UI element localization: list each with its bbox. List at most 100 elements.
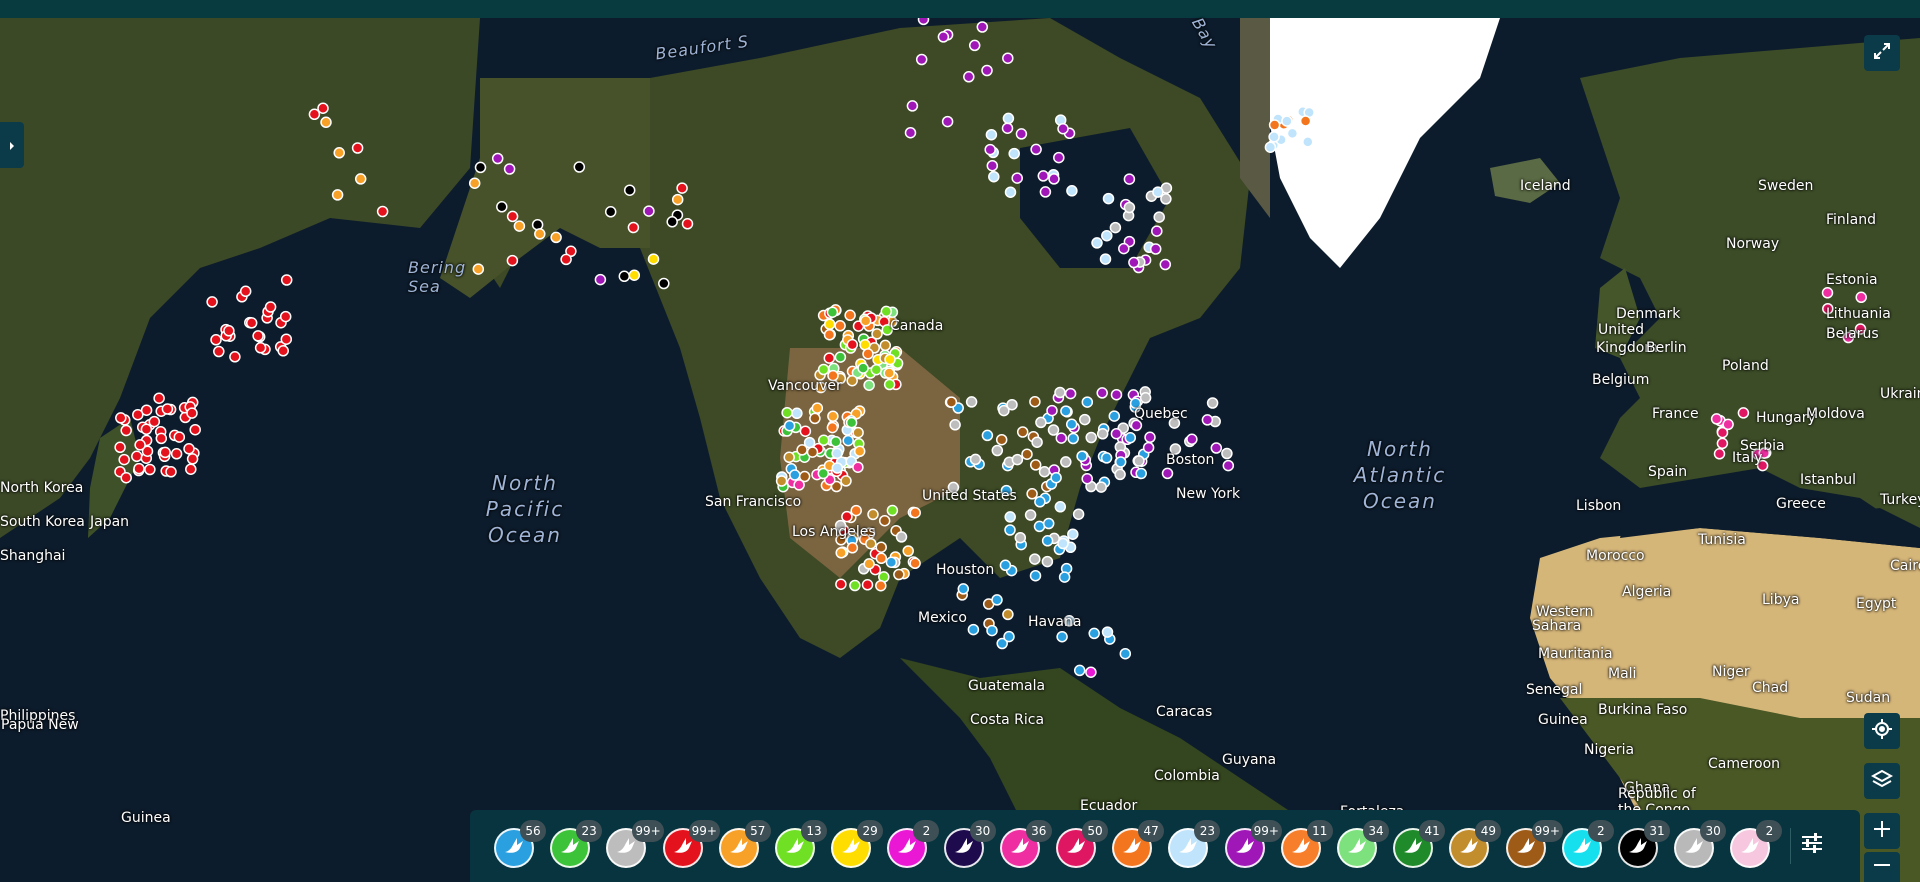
map-marker[interactable] xyxy=(1144,431,1156,444)
map-marker[interactable] xyxy=(513,220,526,232)
map-marker[interactable] xyxy=(1118,242,1130,255)
map-marker[interactable] xyxy=(791,407,803,420)
map-marker[interactable] xyxy=(1100,452,1113,464)
map-marker[interactable] xyxy=(280,274,293,286)
map-marker[interactable] xyxy=(1029,569,1042,582)
map-marker[interactable] xyxy=(144,463,156,476)
side-panel-toggle[interactable] xyxy=(0,122,24,168)
map-marker[interactable] xyxy=(1101,229,1113,242)
map-marker[interactable] xyxy=(1221,447,1233,460)
map-marker[interactable] xyxy=(835,578,847,590)
map-marker[interactable] xyxy=(831,462,844,474)
map-marker[interactable] xyxy=(963,71,975,83)
map-marker[interactable] xyxy=(376,205,389,218)
legend-category-button[interactable]: 99+ xyxy=(1224,820,1282,868)
map-marker[interactable] xyxy=(799,425,812,437)
legend-category-button[interactable]: 2 xyxy=(1730,820,1783,868)
map-marker[interactable] xyxy=(474,161,487,174)
map-marker[interactable] xyxy=(1067,528,1079,540)
map-marker[interactable] xyxy=(1099,253,1112,265)
map-marker[interactable] xyxy=(830,435,842,448)
locate-button[interactable] xyxy=(1864,713,1900,749)
map-marker[interactable] xyxy=(1160,193,1172,205)
map-marker[interactable] xyxy=(1058,571,1071,583)
map-marker[interactable] xyxy=(865,537,877,550)
map-marker[interactable] xyxy=(1026,488,1038,500)
map-marker[interactable] xyxy=(1159,258,1172,271)
map-marker[interactable] xyxy=(1722,418,1734,431)
map-marker[interactable] xyxy=(1268,119,1281,131)
map-marker[interactable] xyxy=(863,379,875,391)
map-marker[interactable] xyxy=(658,277,670,290)
legend-category-button[interactable]: 31 xyxy=(1618,820,1670,868)
filter-button[interactable] xyxy=(1797,830,1827,860)
legend-category-button[interactable]: 99+ xyxy=(662,820,720,868)
map-marker[interactable] xyxy=(159,446,171,459)
map-marker[interactable] xyxy=(846,542,859,554)
map-marker[interactable] xyxy=(1139,392,1152,404)
map-marker[interactable] xyxy=(1710,413,1723,425)
map-marker[interactable] xyxy=(1002,608,1014,621)
map-marker[interactable] xyxy=(861,579,874,591)
map-marker[interactable] xyxy=(189,423,201,436)
map-marker[interactable] xyxy=(1142,441,1155,454)
map-marker[interactable] xyxy=(131,450,143,463)
map-marker[interactable] xyxy=(1016,426,1029,438)
map-marker[interactable] xyxy=(120,424,132,437)
map-marker[interactable] xyxy=(1041,555,1054,568)
map-marker[interactable] xyxy=(1004,524,1016,536)
map-marker[interactable] xyxy=(886,504,899,517)
map-marker[interactable] xyxy=(1716,437,1729,450)
map-marker[interactable] xyxy=(852,461,864,473)
map-marker[interactable] xyxy=(909,557,921,570)
map-marker[interactable] xyxy=(906,100,919,112)
map-marker[interactable] xyxy=(1133,455,1145,467)
map-marker[interactable] xyxy=(468,177,481,189)
map-marker[interactable] xyxy=(223,325,235,337)
map-marker[interactable] xyxy=(573,161,586,173)
map-marker[interactable] xyxy=(1119,647,1132,660)
map-marker[interactable] xyxy=(1072,508,1085,520)
map-marker[interactable] xyxy=(647,253,660,265)
map-marker[interactable] xyxy=(1222,459,1235,472)
map-marker[interactable] xyxy=(280,333,293,345)
map-marker[interactable] xyxy=(1299,115,1312,127)
map-marker[interactable] xyxy=(1066,185,1078,197)
map-marker[interactable] xyxy=(161,403,174,415)
map-marker[interactable] xyxy=(902,545,914,557)
map-marker[interactable] xyxy=(846,338,859,351)
fullscreen-button[interactable] xyxy=(1864,35,1900,71)
map-marker[interactable] xyxy=(1124,431,1137,444)
map-marker[interactable] xyxy=(1011,453,1024,466)
map-marker[interactable] xyxy=(1821,287,1834,299)
map-marker[interactable] xyxy=(844,309,856,322)
map-marker[interactable] xyxy=(185,463,197,475)
map-marker[interactable] xyxy=(991,594,1003,606)
map-marker[interactable] xyxy=(1085,431,1097,444)
map-marker[interactable] xyxy=(999,559,1012,572)
map-marker[interactable] xyxy=(915,53,928,66)
legend-category-button[interactable]: 99+ xyxy=(1505,820,1563,868)
map-marker[interactable] xyxy=(968,39,981,52)
map-marker[interactable] xyxy=(852,426,864,439)
map-marker[interactable] xyxy=(823,318,836,330)
map-marker[interactable] xyxy=(840,475,852,487)
map-marker[interactable] xyxy=(783,419,796,432)
map-marker[interactable] xyxy=(277,345,289,357)
zoom-in-button[interactable] xyxy=(1864,813,1900,849)
map-marker[interactable] xyxy=(1114,468,1126,481)
map-marker[interactable] xyxy=(823,352,836,364)
map-marker[interactable] xyxy=(245,317,258,329)
map-marker[interactable] xyxy=(1096,387,1108,399)
map-marker[interactable] xyxy=(1108,410,1121,422)
map-marker[interactable] xyxy=(834,320,846,332)
map-marker[interactable] xyxy=(875,552,888,565)
map-marker[interactable] xyxy=(1135,467,1147,480)
map-marker[interactable] xyxy=(148,415,161,428)
map-marker[interactable] xyxy=(618,270,631,283)
map-marker[interactable] xyxy=(676,182,688,194)
map-marker[interactable] xyxy=(1201,414,1214,426)
map-marker[interactable] xyxy=(998,404,1010,417)
map-marker[interactable] xyxy=(981,64,993,77)
map-marker[interactable] xyxy=(1035,416,1047,429)
